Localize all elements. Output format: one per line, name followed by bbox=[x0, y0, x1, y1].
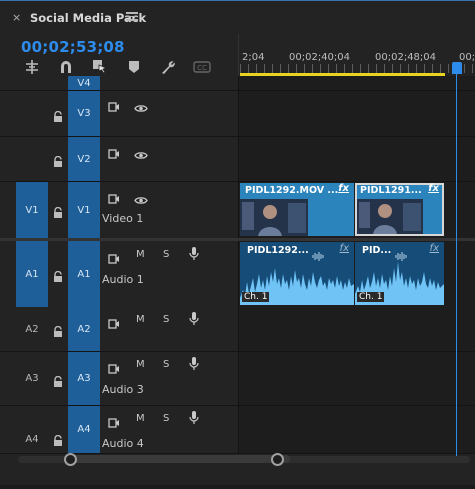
lock-icon[interactable] bbox=[53, 268, 63, 282]
track-area-a2[interactable] bbox=[238, 307, 475, 352]
track-area-v2[interactable] bbox=[238, 137, 475, 182]
sequence-tab[interactable]: × Social Media Pack bbox=[0, 0, 475, 35]
microphone-icon[interactable] bbox=[189, 410, 199, 429]
microphone-icon[interactable] bbox=[189, 246, 199, 265]
lock-icon[interactable] bbox=[53, 153, 63, 167]
microphone-icon[interactable] bbox=[189, 311, 199, 330]
solo-button[interactable]: S bbox=[163, 359, 169, 370]
track-area-v4[interactable] bbox=[238, 76, 475, 91]
playhead-timecode[interactable]: 00;02;53;08 bbox=[21, 38, 125, 56]
toggle-sync-lock-icon[interactable] bbox=[108, 189, 120, 208]
toggle-sync-lock-icon[interactable] bbox=[108, 249, 120, 268]
track-area-v3[interactable] bbox=[238, 91, 475, 137]
track-area-a3[interactable] bbox=[238, 352, 475, 406]
track-target-a1[interactable]: A1 bbox=[68, 241, 100, 307]
fx-badge[interactable]: fx bbox=[428, 183, 439, 194]
fx-badge[interactable]: fx bbox=[340, 243, 349, 254]
track-target-a3[interactable]: A3 bbox=[68, 352, 100, 405]
lock-icon[interactable] bbox=[53, 432, 63, 446]
lock-icon[interactable] bbox=[53, 108, 63, 122]
toggle-sync-lock-icon[interactable] bbox=[108, 314, 120, 333]
zoom-handle-left[interactable] bbox=[64, 453, 77, 466]
snap-in-timeline-icon[interactable] bbox=[57, 58, 75, 76]
scrollbar-thumb[interactable] bbox=[70, 455, 290, 463]
clip-thumbnail bbox=[240, 199, 308, 236]
clip-name: PIDL1291... bbox=[360, 185, 422, 196]
eye-icon[interactable] bbox=[134, 190, 148, 209]
source-patch-a2[interactable]: A2 bbox=[16, 307, 48, 351]
mute-button[interactable]: M bbox=[136, 413, 145, 424]
captions-icon[interactable]: CC bbox=[193, 58, 211, 76]
track-name-a1[interactable]: Audio 1 bbox=[102, 273, 144, 286]
video-clip-selected[interactable]: PIDL1291... fx bbox=[355, 183, 444, 236]
track-target-v4[interactable]: V4 bbox=[68, 76, 100, 90]
track-area-a4[interactable] bbox=[238, 406, 475, 454]
clip-name: PID... bbox=[362, 245, 392, 256]
channel-label: Ch. 1 bbox=[357, 292, 385, 302]
lock-icon[interactable] bbox=[53, 204, 63, 218]
wrench-icon[interactable] bbox=[159, 58, 177, 76]
close-tab-icon[interactable]: × bbox=[12, 11, 21, 24]
track-name-a4[interactable]: Audio 4 bbox=[102, 437, 144, 450]
lock-icon[interactable] bbox=[53, 323, 63, 337]
solo-button[interactable]: S bbox=[163, 249, 169, 260]
mute-button[interactable]: M bbox=[136, 249, 145, 260]
track-target-a4[interactable]: A4 bbox=[68, 406, 100, 453]
ruler-label: 2;04 bbox=[242, 52, 265, 63]
zoom-handle-right[interactable] bbox=[271, 453, 284, 466]
channel-label: Ch. 1 bbox=[242, 292, 270, 302]
ruler-label: 00;0 bbox=[459, 52, 475, 63]
track-name-a3[interactable]: Audio 3 bbox=[102, 383, 144, 396]
timeline-panel: × Social Media Pack 00;02;53;08 CC 2;04 … bbox=[0, 0, 475, 489]
clip-name: PIDL1292... bbox=[247, 245, 309, 256]
mute-button[interactable]: M bbox=[136, 314, 145, 325]
track-target-v2[interactable]: V2 bbox=[68, 137, 100, 181]
ruler-label: 00;02;40;04 bbox=[289, 52, 351, 63]
playhead-line[interactable] bbox=[456, 72, 457, 456]
lock-icon[interactable] bbox=[53, 373, 63, 387]
insert-sequence-as-nest-icon[interactable] bbox=[23, 58, 41, 76]
hamburger-icon[interactable] bbox=[126, 10, 138, 23]
source-patch-a1[interactable]: A1 bbox=[16, 241, 48, 307]
audio-clip[interactable]: PIDL1292... fx Ch. 1 bbox=[240, 242, 354, 305]
ruler-label: 00;02;48;04 bbox=[375, 52, 437, 63]
audio-clip[interactable]: PID... fx Ch. 1 bbox=[355, 242, 444, 305]
toggle-sync-lock-icon[interactable] bbox=[108, 413, 120, 432]
solo-button[interactable]: S bbox=[163, 314, 169, 325]
linked-selection-icon[interactable] bbox=[91, 58, 109, 76]
microphone-icon[interactable] bbox=[189, 356, 199, 375]
clip-thumbnail bbox=[357, 199, 423, 234]
eye-icon[interactable] bbox=[134, 98, 148, 117]
track-target-a2[interactable]: A2 bbox=[68, 307, 100, 351]
toggle-sync-lock-icon[interactable] bbox=[108, 144, 120, 163]
source-patch-v1[interactable]: V1 bbox=[16, 182, 48, 238]
eye-icon[interactable] bbox=[134, 145, 148, 164]
mute-button[interactable]: M bbox=[136, 359, 145, 370]
add-marker-icon[interactable] bbox=[125, 58, 143, 76]
playhead-handle[interactable] bbox=[452, 62, 462, 74]
track-header-v4 bbox=[0, 76, 238, 91]
source-patch-a3[interactable]: A3 bbox=[16, 352, 48, 405]
track-name-v1[interactable]: Video 1 bbox=[102, 212, 143, 225]
toggle-sync-lock-icon[interactable] bbox=[108, 359, 120, 378]
track-target-v3[interactable]: V3 bbox=[68, 91, 100, 136]
track-target-v1[interactable]: V1 bbox=[68, 182, 100, 238]
svg-text:CC: CC bbox=[197, 64, 207, 72]
panel-bottom-edge bbox=[0, 485, 475, 489]
solo-button[interactable]: S bbox=[163, 413, 169, 424]
video-clip[interactable]: PIDL1292.MOV ... fx bbox=[240, 183, 354, 236]
fx-badge[interactable]: fx bbox=[430, 243, 439, 254]
horizontal-scrollbar[interactable] bbox=[14, 453, 475, 466]
ruler-ticks bbox=[240, 64, 475, 73]
source-patch-a4[interactable]: A4 bbox=[16, 426, 48, 453]
toggle-sync-lock-icon[interactable] bbox=[108, 97, 120, 116]
clip-name: PIDL1292.MOV ... bbox=[245, 185, 339, 196]
fx-badge[interactable]: fx bbox=[338, 183, 349, 194]
